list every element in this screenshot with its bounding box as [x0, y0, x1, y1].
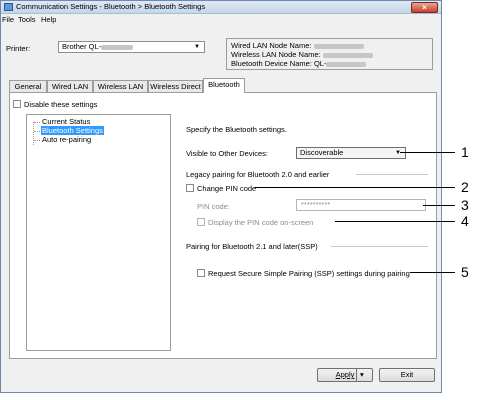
visible-devices-label: Visible to Other Devices:	[186, 149, 268, 158]
apply-label: Apply	[335, 370, 355, 379]
callout-2: 2	[461, 179, 469, 195]
disable-settings-label: Disable these settings	[24, 100, 98, 109]
bluetooth-node-label: Bluetooth Device Name: QL-	[231, 59, 327, 68]
bluetooth-node-row: Bluetooth Device Name: QL-	[231, 59, 367, 68]
pin-code-field[interactable]: **********	[296, 199, 426, 211]
app-icon	[4, 3, 13, 11]
tab-wireless-direct[interactable]: Wireless Direct	[148, 80, 203, 92]
disable-settings-checkbox[interactable]	[13, 100, 21, 108]
tree-branch	[34, 131, 40, 132]
app-window: Communication Settings - Bluetooth > Blu…	[0, 0, 442, 393]
wired-node-label: Wired LAN Node Name:	[231, 41, 312, 50]
split-divider	[356, 369, 357, 381]
menu-help[interactable]: Help	[41, 15, 56, 24]
redacted-value	[326, 61, 367, 67]
pin-code-label: PIN code:	[197, 202, 230, 211]
printer-label: Printer:	[6, 44, 31, 53]
divider	[331, 246, 428, 247]
change-pin-checkbox[interactable]	[186, 184, 194, 192]
callout-line-1	[400, 152, 455, 153]
callout-1: 1	[461, 144, 469, 160]
visible-devices-select[interactable]: Discoverable ▼	[296, 147, 406, 159]
callout-4: 4	[461, 213, 469, 229]
ssp-heading: Pairing for Bluetooth 2.1 and later(SSP)	[186, 242, 318, 251]
tree-connector	[33, 122, 34, 145]
tree-item-bluetooth-settings[interactable]: Bluetooth Settings	[41, 126, 104, 135]
exit-button[interactable]: Exit	[379, 368, 435, 382]
tree-branch	[34, 122, 40, 123]
callout-line-2	[255, 187, 455, 188]
printer-select[interactable]: Brother QL- ▼	[58, 41, 205, 53]
settings-tree: Current Status Bluetooth Settings Auto r…	[26, 114, 171, 351]
wireless-node-row: Wireless LAN Node Name:	[231, 50, 373, 59]
menu-tools[interactable]: Tools	[18, 15, 36, 24]
menu-file[interactable]: File	[2, 15, 14, 24]
redacted-value	[313, 43, 364, 49]
callout-line-4	[335, 221, 455, 222]
change-pin-label: Change PIN code	[197, 184, 257, 193]
callout-5: 5	[461, 264, 469, 280]
wireless-node-label: Wireless LAN Node Name:	[231, 50, 321, 59]
node-info-box: Wired LAN Node Name: Wireless LAN Node N…	[226, 38, 433, 70]
title-bar: Communication Settings - Bluetooth > Blu…	[1, 1, 441, 14]
divider	[356, 174, 428, 175]
chevron-down-icon: ▼	[194, 44, 200, 50]
menu-bar: File Tools Help	[1, 14, 441, 25]
display-pin-checkbox[interactable]	[197, 218, 205, 226]
chevron-down-icon: ▼	[395, 150, 401, 156]
callout-line-3	[423, 205, 455, 206]
close-button[interactable]: ×	[411, 2, 438, 13]
tab-bluetooth[interactable]: Bluetooth	[203, 78, 245, 93]
legacy-heading: Legacy pairing for Bluetooth 2.0 and ear…	[186, 170, 330, 179]
callout-3: 3	[461, 197, 469, 213]
redacted-model	[101, 44, 134, 50]
wired-node-row: Wired LAN Node Name:	[231, 41, 364, 50]
redacted-value	[322, 52, 373, 58]
tree-item-current-status[interactable]: Current Status	[41, 117, 91, 126]
tab-general[interactable]: General	[9, 80, 47, 92]
tree-item-auto-re-pairing[interactable]: Auto re-pairing	[41, 135, 92, 144]
callout-line-5	[410, 272, 455, 273]
chevron-down-icon[interactable]: ▾	[360, 369, 364, 381]
tree-branch	[34, 140, 40, 141]
section-heading: Specify the Bluetooth settings.	[186, 125, 287, 134]
display-pin-label: Display the PIN code on-screen	[208, 218, 314, 227]
ssp-label: Request Secure Simple Pairing (SSP) sett…	[208, 269, 410, 278]
window-title: Communication Settings - Bluetooth > Blu…	[16, 2, 206, 11]
tab-wireless-lan[interactable]: Wireless LAN	[93, 80, 148, 92]
tab-wired-lan[interactable]: Wired LAN	[47, 80, 93, 92]
visible-devices-value: Discoverable	[300, 148, 344, 157]
apply-button[interactable]: Apply ▾	[317, 368, 373, 382]
printer-value: Brother QL-	[62, 42, 102, 51]
ssp-checkbox[interactable]	[197, 269, 205, 277]
